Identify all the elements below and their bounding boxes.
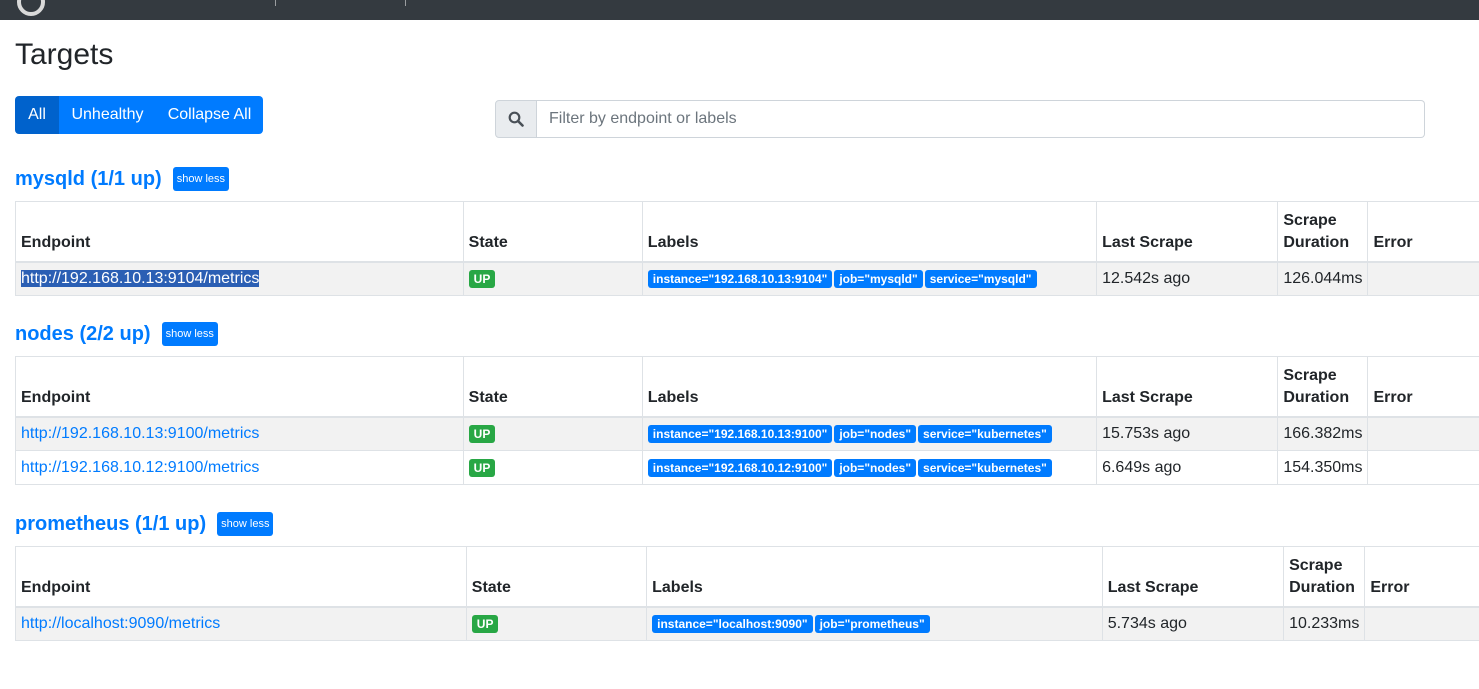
last-scrape-cell: 12.542s ago bbox=[1096, 261, 1279, 296]
label-badge: job="mysqld" bbox=[834, 269, 923, 288]
all-filter-button[interactable]: All bbox=[15, 96, 59, 134]
prometheus-logo-icon[interactable] bbox=[17, 0, 45, 16]
pool-header: nodes (2/2 up) show less bbox=[15, 320, 1479, 348]
scrape-duration-cell: 166.382ms bbox=[1277, 416, 1369, 451]
scrape-duration-header: Scrape Duration bbox=[1277, 201, 1369, 263]
navbar-divider bbox=[405, 0, 406, 6]
error-header: Error bbox=[1364, 546, 1479, 608]
state-cell: UP bbox=[462, 416, 643, 451]
show-less-button[interactable]: show less bbox=[161, 322, 218, 346]
label-badge: job="nodes" bbox=[834, 424, 917, 443]
target-pool: nodes (2/2 up) show less Endpoint State Labe… bbox=[15, 320, 1479, 485]
state-badge: UP bbox=[468, 269, 496, 288]
endpoint-cell: http://localhost:9090/metrics bbox=[15, 606, 467, 641]
table-header-row: Endpoint State Labels Last Scrape Scrape Dur… bbox=[15, 356, 1479, 418]
label-badge: instance="192.168.10.13:9104" bbox=[647, 269, 833, 288]
endpoint-header: Endpoint bbox=[15, 201, 464, 263]
pool-title-link[interactable]: nodes (2/2 up) bbox=[15, 322, 151, 346]
target-pool: prometheus (1/1 up) show less Endpoint Stat… bbox=[15, 510, 1479, 641]
labels-cell: instance="localhost:9090" job="prometheus… bbox=[646, 606, 1103, 641]
error-cell bbox=[1364, 606, 1479, 641]
page-title: Targets bbox=[15, 38, 114, 71]
pool-title-link[interactable]: prometheus (1/1 up) bbox=[15, 512, 206, 536]
scrape-duration-cell: 10.233ms bbox=[1283, 606, 1366, 641]
table-header-row: Endpoint State Labels Last Scrape Scrape Dur… bbox=[15, 201, 1479, 263]
pool-header: prometheus (1/1 up) show less bbox=[15, 510, 1479, 538]
error-cell bbox=[1367, 450, 1479, 485]
pool-title-link[interactable]: mysqld (1/1 up) bbox=[15, 167, 162, 191]
state-badge: UP bbox=[468, 458, 496, 477]
endpoint-cell: http://192.168.10.12:9100/metrics bbox=[15, 450, 464, 485]
table-row: http://192.168.10.12:9100/metrics UP insta… bbox=[15, 450, 1479, 485]
collapse-all-button[interactable]: Collapse All bbox=[156, 96, 263, 134]
search-input[interactable] bbox=[537, 100, 1425, 138]
endpoint-header: Endpoint bbox=[15, 546, 467, 608]
targets-table: Endpoint State Labels Last Scrape Scrape Dur… bbox=[15, 201, 1479, 296]
table-row: http://192.168.10.13:9100/metrics UP insta… bbox=[15, 416, 1479, 451]
endpoint-link[interactable]: http://192.168.10.12:9100/metrics bbox=[21, 459, 259, 476]
labels-cell: instance="192.168.10.13:9104" job="mysqld… bbox=[641, 261, 1098, 296]
targets-table: Endpoint State Labels Last Scrape Scrape Dur… bbox=[15, 546, 1479, 641]
label-badge: service="mysqld" bbox=[924, 269, 1037, 288]
label-badge: instance="192.168.10.12:9100" bbox=[647, 458, 833, 477]
table-row: http://localhost:9090/metrics UP instance=… bbox=[15, 606, 1479, 641]
target-pool: mysqld (1/1 up) show less Endpoint State Lab… bbox=[15, 165, 1479, 296]
table-header-row: Endpoint State Labels Last Scrape Scrape Dur… bbox=[15, 546, 1479, 608]
show-less-button[interactable]: show less bbox=[217, 512, 274, 536]
labels-cell: instance="192.168.10.13:9100" job="nodes"… bbox=[641, 416, 1098, 451]
search-bar bbox=[495, 100, 1425, 138]
endpoint-header: Endpoint bbox=[15, 356, 464, 418]
state-cell: UP bbox=[465, 606, 648, 641]
endpoint-link[interactable]: http://192.168.10.13:9104/metrics bbox=[21, 269, 260, 287]
scrape-duration-header: Scrape Duration bbox=[1283, 546, 1366, 608]
labels-header: Labels bbox=[646, 546, 1103, 608]
endpoint-link[interactable]: http://localhost:9090/metrics bbox=[21, 615, 220, 632]
label-badge: job="prometheus" bbox=[814, 614, 930, 633]
state-badge: UP bbox=[468, 424, 496, 443]
label-badge: job="nodes" bbox=[834, 458, 917, 477]
error-header: Error bbox=[1367, 201, 1479, 263]
table-row: http://192.168.10.13:9104/metrics UP insta… bbox=[15, 261, 1479, 296]
scrape-duration-cell: 154.350ms bbox=[1277, 450, 1369, 485]
unhealthy-filter-button[interactable]: Unhealthy bbox=[59, 96, 156, 134]
endpoint-link[interactable]: http://192.168.10.13:9100/metrics bbox=[21, 425, 259, 442]
state-cell: UP bbox=[462, 450, 643, 485]
label-badge: service="kubernetes" bbox=[918, 424, 1052, 443]
last-scrape-header: Last Scrape bbox=[1101, 546, 1285, 608]
scrape-duration-cell: 126.044ms bbox=[1277, 261, 1369, 296]
labels-header: Labels bbox=[641, 356, 1098, 418]
pool-header: mysqld (1/1 up) show less bbox=[15, 165, 1479, 193]
navbar bbox=[0, 0, 1479, 20]
labels-header: Labels bbox=[641, 201, 1098, 263]
endpoint-cell: http://192.168.10.13:9104/metrics bbox=[15, 261, 464, 296]
scrape-duration-header: Scrape Duration bbox=[1277, 356, 1369, 418]
state-badge: UP bbox=[471, 614, 499, 633]
label-badge: instance="192.168.10.13:9100" bbox=[647, 424, 833, 443]
last-scrape-header: Last Scrape bbox=[1096, 201, 1279, 263]
targets-table: Endpoint State Labels Last Scrape Scrape Dur… bbox=[15, 356, 1479, 485]
error-header: Error bbox=[1367, 356, 1479, 418]
filter-button-group: All Unhealthy Collapse All bbox=[15, 96, 263, 134]
state-cell: UP bbox=[462, 261, 643, 296]
last-scrape-cell: 15.753s ago bbox=[1096, 416, 1279, 451]
navbar-divider bbox=[275, 0, 276, 6]
search-addon bbox=[495, 100, 537, 138]
show-less-button[interactable]: show less bbox=[172, 167, 229, 191]
state-header: State bbox=[462, 356, 643, 418]
error-cell bbox=[1367, 261, 1479, 296]
last-scrape-cell: 5.734s ago bbox=[1101, 606, 1285, 641]
labels-cell: instance="192.168.10.12:9100" job="nodes"… bbox=[641, 450, 1098, 485]
endpoint-cell: http://192.168.10.13:9100/metrics bbox=[15, 416, 464, 451]
label-badge: instance="localhost:9090" bbox=[652, 614, 813, 633]
state-header: State bbox=[465, 546, 648, 608]
state-header: State bbox=[462, 201, 643, 263]
label-badge: service="kubernetes" bbox=[918, 458, 1052, 477]
error-cell bbox=[1367, 416, 1479, 451]
last-scrape-header: Last Scrape bbox=[1096, 356, 1279, 418]
search-icon bbox=[508, 111, 524, 127]
last-scrape-cell: 6.649s ago bbox=[1096, 450, 1279, 485]
